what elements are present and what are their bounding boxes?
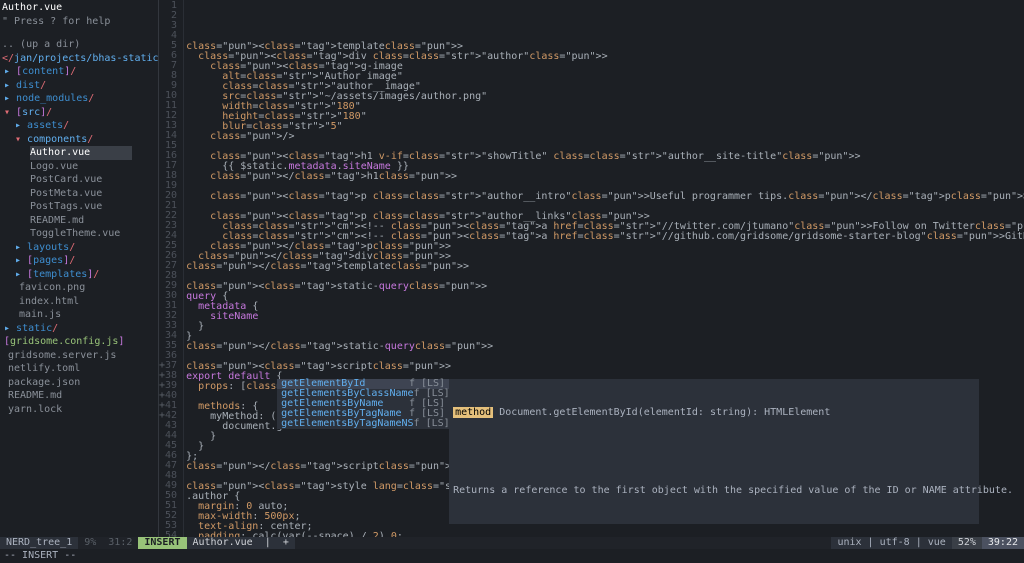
status-nerdtree: NERD_tree_1 <box>0 537 78 549</box>
code-line[interactable]: width=class="str">"180" <box>186 102 1024 112</box>
doc-signature: Document.getElementById(elementId: strin… <box>493 407 830 418</box>
code-line[interactable]: class="pun"><class="tag">templateclass="… <box>186 42 1024 52</box>
status-position: 39:22 <box>982 537 1024 549</box>
tree-item[interactable]: index.html <box>2 295 158 309</box>
code-line[interactable]: class="pun">/> <box>186 132 1024 142</box>
tree-item[interactable]: ▾ [src]/ <box>2 106 158 120</box>
tree-item[interactable]: PostMeta.vue <box>2 187 158 201</box>
tree-item[interactable]: favicon.png <box>2 281 158 295</box>
tree-item[interactable]: ▸ [pages]/ <box>2 254 158 268</box>
code-line[interactable]: padding: calc(var(--space) / 2) 0; <box>186 532 1024 538</box>
tree-item[interactable]: ▸ [content]/ <box>2 65 158 79</box>
tree-item[interactable]: gridsome.server.js <box>2 349 158 363</box>
code-line[interactable]: siteName <box>186 312 1024 322</box>
tree-item[interactable]: ▸ node_modules/ <box>2 92 158 106</box>
file-tree-help: " Press ? for help <box>2 15 158 29</box>
code-line[interactable]: height=class="str">"180" <box>186 112 1024 122</box>
status-line: NERD_tree_1 9% 31:2 INSERT Author.vue | … <box>0 537 1024 549</box>
tree-item[interactable]: Logo.vue <box>2 160 158 174</box>
tree-item[interactable]: netlify.toml <box>2 362 158 376</box>
doc-tag: method <box>453 407 493 418</box>
tree-item[interactable]: ▸ dist/ <box>2 79 158 93</box>
status-spacer <box>295 537 832 549</box>
tree-item[interactable]: main.js <box>2 308 158 322</box>
tree-item[interactable]: ▸ assets/ <box>2 119 158 133</box>
tree-root-path: </jan/projects/bhas-static/ <box>2 52 158 66</box>
code-line[interactable]: query { <box>186 292 1024 302</box>
tree-item[interactable]: package.json <box>2 376 158 390</box>
code-line[interactable]: class="pun"></class="tag">templateclass=… <box>186 262 1024 272</box>
status-percent: 52% <box>952 537 982 549</box>
code-line[interactable]: class="pun"><class="tag">static-querycla… <box>186 282 1024 292</box>
tree-item[interactable]: PostCard.vue <box>2 173 158 187</box>
code-line[interactable]: src=class="str">"~/assets/images/author.… <box>186 92 1024 102</box>
status-nerd-pct: 9% <box>78 537 102 549</box>
status-fileinfo: unix | utf-8 | vue <box>831 537 951 549</box>
completion-item[interactable]: getElementsByTagNameNSf [LS] <box>277 419 449 429</box>
doc-body: Returns a reference to the first object … <box>453 484 975 498</box>
code-line[interactable]: blur=class="str">"5" <box>186 122 1024 132</box>
tree-item[interactable]: PostTags.vue <box>2 200 158 214</box>
code-area[interactable]: class="pun"><class="tag">templateclass="… <box>183 0 1024 537</box>
code-line[interactable]: class="pun"><class="tag">p class=class="… <box>186 192 1024 202</box>
code-line[interactable]: class="pun"><class="tag">g-image <box>186 62 1024 72</box>
completion-doc-popup: method Document.getElementById(elementId… <box>449 379 979 524</box>
tree-item[interactable]: ToggleTheme.vue <box>2 227 158 241</box>
code-line[interactable]: alt=class="str">"Author image" <box>186 72 1024 82</box>
code-line[interactable] <box>186 272 1024 282</box>
code-line[interactable]: metadata { <box>186 302 1024 312</box>
tree-item[interactable]: ▸ static/ <box>2 322 158 336</box>
tree-item[interactable]: yarn.lock <box>2 403 158 417</box>
tree-item[interactable]: ▸ layouts/ <box>2 241 158 255</box>
code-line[interactable]: class="pun"></class="tag">static-querycl… <box>186 342 1024 352</box>
code-line[interactable]: class="pun"></class="tag">divclass="pun"… <box>186 252 1024 262</box>
tree-item[interactable]: [gridsome.config.js] <box>2 335 158 349</box>
file-tree[interactable]: Author.vue " Press ? for help .. (up a d… <box>0 0 159 537</box>
code-line[interactable]: class="pun"></class="tag">h1class="pun">… <box>186 172 1024 182</box>
line-number-gutter: 1234567891011121314151617181920212223242… <box>165 0 183 537</box>
file-tree-title: Author.vue <box>2 1 158 15</box>
code-line[interactable]: class="pun"><class="tag">scriptclass="pu… <box>186 362 1024 372</box>
tree-up-dir[interactable]: .. (up a dir) <box>2 38 158 52</box>
status-mode: INSERT <box>138 537 186 549</box>
code-line[interactable]: } <box>186 332 1024 342</box>
status-filename: Author.vue | + <box>187 537 295 549</box>
editor-pane[interactable]: ++++++ 123456789101112131415161718192021… <box>159 0 1024 537</box>
tree-item[interactable]: README.md <box>2 214 158 228</box>
tree-item[interactable]: ▸ [templates]/ <box>2 268 158 282</box>
tree-item[interactable]: ▾ components/ <box>2 133 158 147</box>
tree-item[interactable]: README.md <box>2 389 158 403</box>
command-line: -- INSERT -- <box>0 549 1024 563</box>
code-line[interactable]: class=class="str">"author__image" <box>186 82 1024 92</box>
status-nerd-pos: 31:2 <box>102 537 138 549</box>
code-line[interactable]: } <box>186 322 1024 332</box>
code-line[interactable] <box>186 352 1024 362</box>
completion-popup[interactable]: getElementByIdf [LS]getElementsByClassNa… <box>277 379 449 429</box>
tree-item[interactable]: Author.vue <box>2 146 158 160</box>
